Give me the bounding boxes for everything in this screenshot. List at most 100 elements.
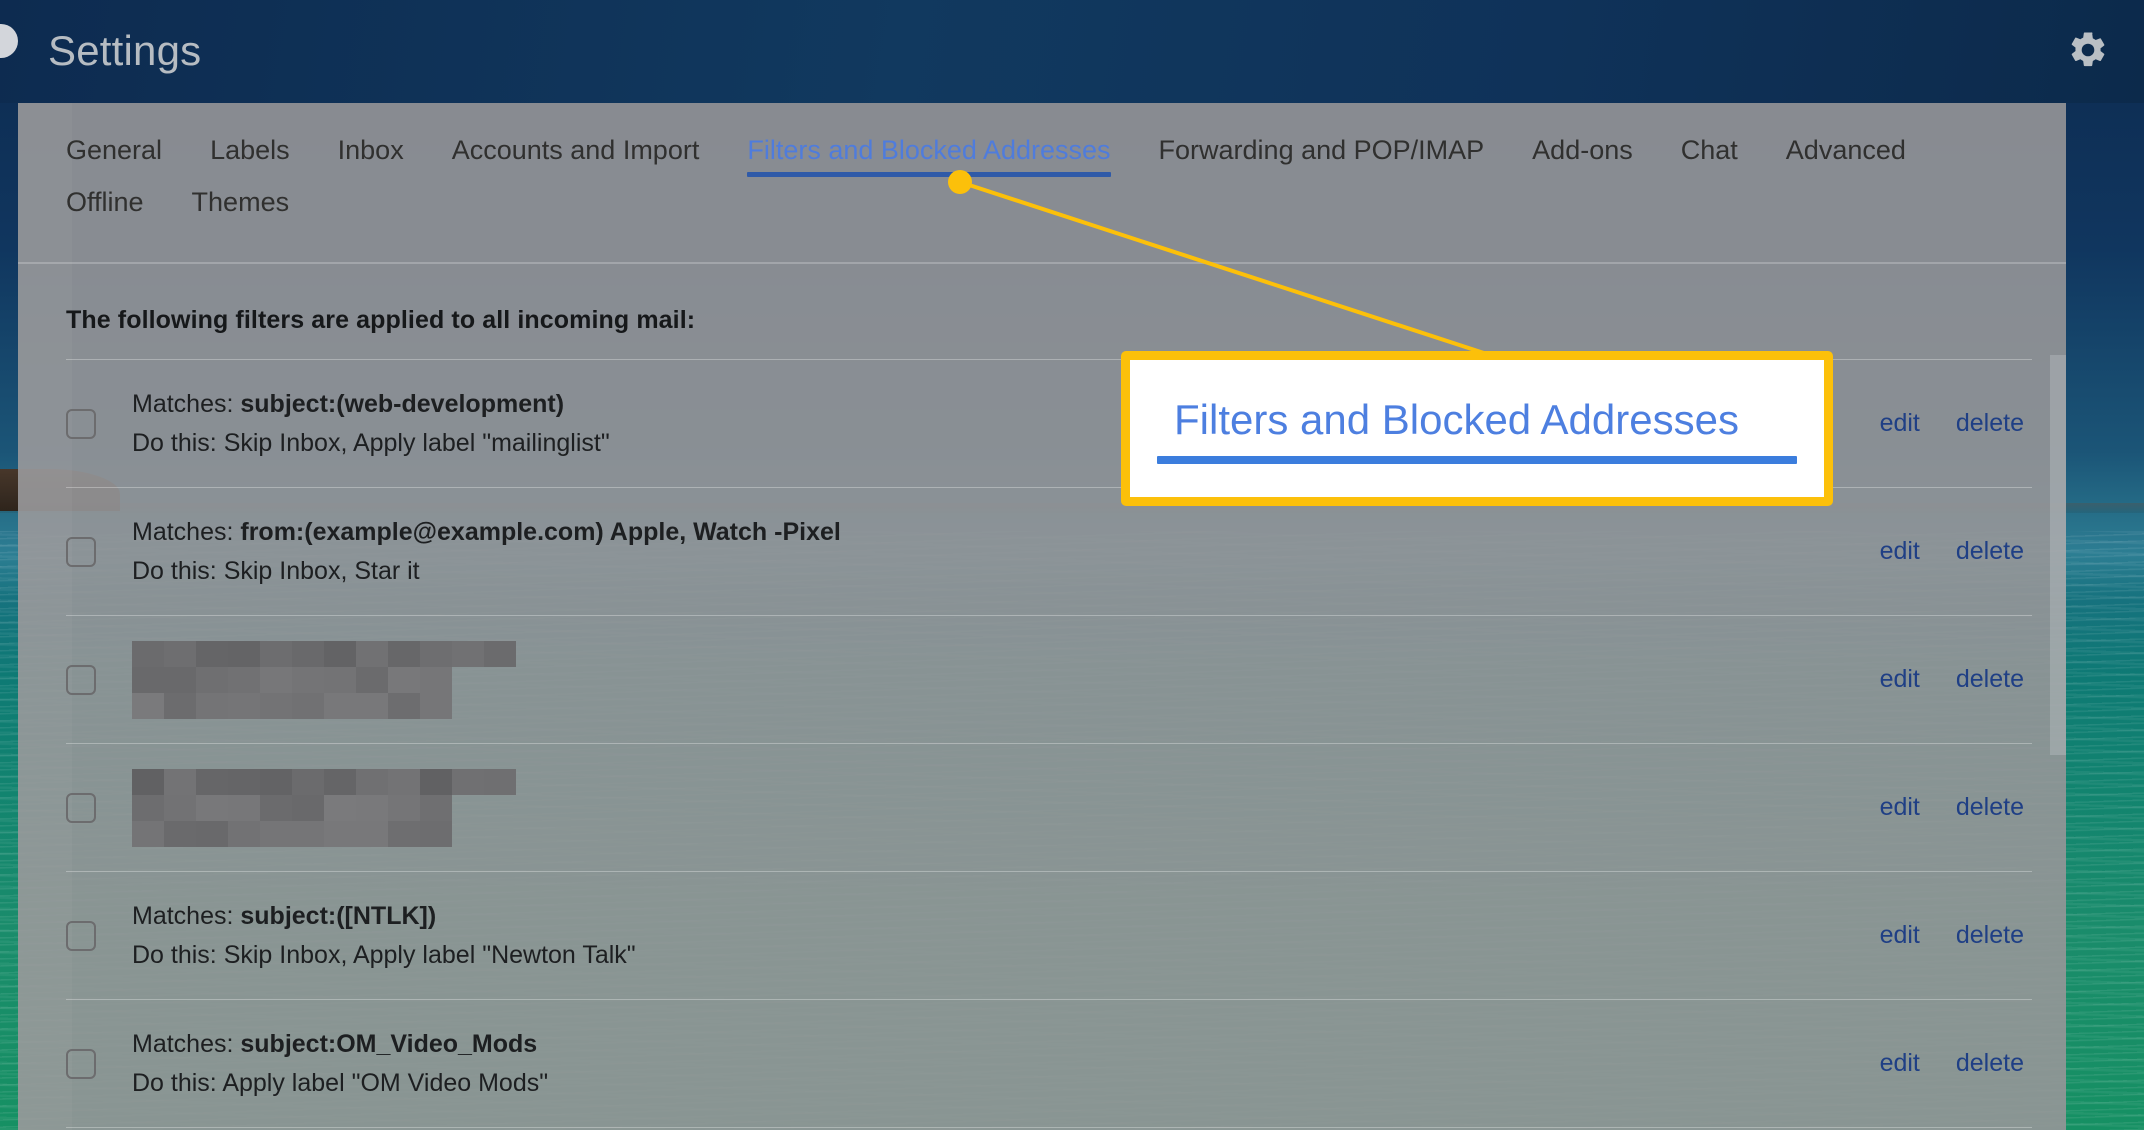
redaction-tile bbox=[164, 820, 196, 847]
redaction-tile bbox=[388, 666, 420, 693]
redaction-tile bbox=[228, 692, 260, 719]
filter-actions: edit delete bbox=[1880, 665, 2032, 694]
redaction-tile bbox=[324, 768, 356, 795]
redaction-tile bbox=[132, 820, 164, 847]
filter-checkbox[interactable] bbox=[66, 536, 96, 567]
edit-filter-link[interactable]: edit bbox=[1880, 793, 1920, 822]
redaction-tile bbox=[260, 794, 292, 821]
matches-prefix: Matches: bbox=[132, 1029, 241, 1058]
redacted-line bbox=[132, 820, 452, 847]
delete-filter-link[interactable]: delete bbox=[1956, 793, 2024, 822]
redaction-tile bbox=[388, 820, 420, 847]
redaction-tile bbox=[420, 692, 452, 719]
redaction-tile bbox=[292, 692, 324, 719]
tab-forwarding-and-pop-imap[interactable]: Forwarding and POP/IMAP bbox=[1135, 127, 1509, 193]
tab-row-primary: General Labels Inbox Accounts and Import Fil… bbox=[66, 127, 2066, 193]
redacted-line bbox=[132, 692, 452, 719]
matches-value: subject:(web-development) bbox=[240, 389, 565, 418]
tab-themes[interactable]: Themes bbox=[168, 179, 314, 229]
tab-accounts-and-import[interactable]: Accounts and Import bbox=[428, 127, 724, 193]
tab-label: Forwarding and POP/IMAP bbox=[1158, 135, 1485, 165]
redaction-tile bbox=[420, 794, 452, 821]
filter-action-line: Do this: Apply label "OM Video Mods" bbox=[132, 1064, 1880, 1103]
redaction-tile bbox=[132, 666, 164, 693]
filter-row: Matches: subject:OM_Video_Mods Do this: A… bbox=[66, 999, 2032, 1127]
dothis-value: Apply label "OM Video Mods" bbox=[222, 1068, 549, 1097]
delete-filter-link[interactable]: delete bbox=[1956, 921, 2024, 950]
dothis-value: Skip Inbox, Apply label "mailinglist" bbox=[223, 428, 610, 457]
redaction-tile bbox=[260, 768, 292, 795]
filter-checkbox[interactable] bbox=[66, 920, 96, 951]
redaction-tile bbox=[356, 692, 388, 719]
filter-select-cell bbox=[66, 1048, 108, 1079]
redacted-filter-text bbox=[132, 768, 1880, 847]
tab-label: Add-ons bbox=[1532, 135, 1633, 165]
redaction-tile bbox=[420, 820, 452, 847]
redaction-tile bbox=[356, 640, 388, 667]
redaction-tile bbox=[164, 640, 196, 667]
filter-row: Matches: from:(example@example.com) Appl… bbox=[66, 487, 2032, 615]
redaction-tile bbox=[228, 820, 260, 847]
filter-checkbox[interactable] bbox=[66, 408, 96, 439]
redaction-tile bbox=[324, 692, 356, 719]
redaction-tile bbox=[324, 666, 356, 693]
redaction-tile bbox=[260, 666, 292, 693]
redaction-tile bbox=[164, 692, 196, 719]
filter-actions: edit delete bbox=[1880, 793, 2032, 822]
filter-description bbox=[108, 640, 1880, 719]
redaction-tile bbox=[356, 768, 388, 795]
matches-value: subject:([NTLK]) bbox=[240, 901, 437, 930]
filter-actions: edit delete bbox=[1880, 409, 2032, 438]
tab-advanced[interactable]: Advanced bbox=[1762, 127, 1930, 193]
filter-action-line: Do this: Skip Inbox, Apply label "Newton… bbox=[132, 936, 1880, 975]
annotation-callout-text: Filters and Blocked Addresses bbox=[1174, 396, 1739, 443]
delete-filter-link[interactable]: delete bbox=[1956, 665, 2024, 694]
matches-prefix: Matches: bbox=[132, 901, 241, 930]
edit-filter-link[interactable]: edit bbox=[1880, 537, 1920, 566]
redaction-tile bbox=[292, 820, 324, 847]
tab-inbox[interactable]: Inbox bbox=[314, 127, 428, 193]
edit-filter-link[interactable]: edit bbox=[1880, 1049, 1920, 1078]
filter-checkbox[interactable] bbox=[66, 1048, 96, 1079]
scrollbar-thumb[interactable] bbox=[2050, 355, 2066, 755]
screenshot-root: Settings General Labels Inbox Accounts and … bbox=[0, 0, 2144, 1130]
app-top-bar: Settings bbox=[0, 0, 2144, 103]
edit-filter-link[interactable]: edit bbox=[1880, 921, 1920, 950]
tab-chat[interactable]: Chat bbox=[1657, 127, 1762, 193]
delete-filter-link[interactable]: delete bbox=[1956, 1049, 2024, 1078]
edit-filter-link[interactable]: edit bbox=[1880, 665, 1920, 694]
redaction-tile bbox=[164, 768, 196, 795]
settings-tab-bar: General Labels Inbox Accounts and Import Fil… bbox=[18, 103, 2066, 229]
redaction-tile bbox=[260, 692, 292, 719]
filter-actions: edit delete bbox=[1880, 1049, 2032, 1078]
edit-filter-link[interactable]: edit bbox=[1880, 409, 1920, 438]
redaction-tile bbox=[452, 768, 484, 795]
filter-matches-line: Matches: subject:OM_Video_Mods bbox=[132, 1025, 1880, 1064]
delete-filter-link[interactable]: delete bbox=[1956, 537, 2024, 566]
tab-label: Advanced bbox=[1785, 135, 1906, 165]
filter-actions: edit delete bbox=[1880, 921, 2032, 950]
redaction-tile bbox=[196, 820, 228, 847]
redaction-tile bbox=[196, 640, 228, 667]
filter-checkbox[interactable] bbox=[66, 664, 96, 695]
redaction-tile bbox=[388, 768, 420, 795]
redacted-line bbox=[132, 794, 452, 821]
redacted-line bbox=[132, 768, 516, 795]
delete-filter-link[interactable]: delete bbox=[1956, 409, 2024, 438]
tab-offline[interactable]: Offline bbox=[66, 179, 168, 229]
matches-prefix: Matches: bbox=[132, 389, 241, 418]
redaction-tile bbox=[292, 666, 324, 693]
filter-checkbox[interactable] bbox=[66, 792, 96, 823]
filter-row: edit delete bbox=[66, 743, 2032, 871]
tab-filters-and-blocked-addresses[interactable]: Filters and Blocked Addresses bbox=[723, 127, 1134, 193]
dothis-prefix: Do this: bbox=[132, 556, 224, 585]
redaction-tile bbox=[388, 640, 420, 667]
avatar[interactable] bbox=[0, 24, 18, 58]
settings-gear-button[interactable] bbox=[2060, 22, 2116, 78]
filter-select-cell bbox=[66, 664, 108, 695]
redaction-tile bbox=[260, 640, 292, 667]
tab-add-ons[interactable]: Add-ons bbox=[1508, 127, 1657, 193]
redaction-tile bbox=[132, 692, 164, 719]
redaction-tile bbox=[196, 768, 228, 795]
filter-select-cell bbox=[66, 408, 108, 439]
